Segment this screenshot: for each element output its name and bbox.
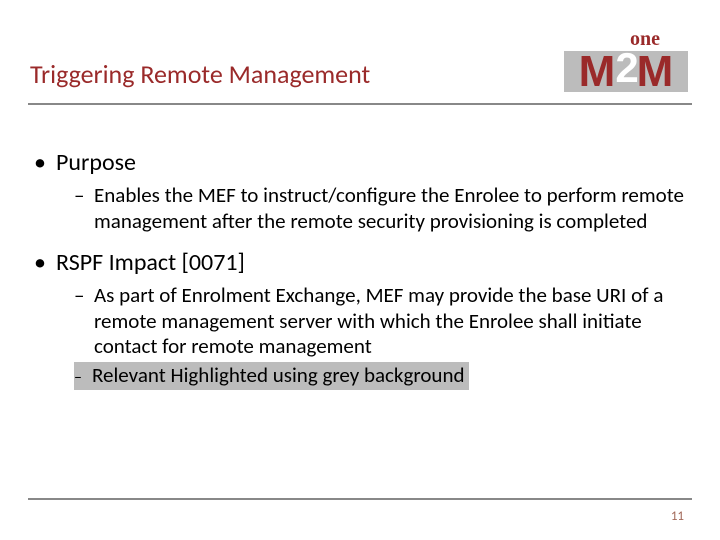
page-number: 11 <box>671 509 684 524</box>
bullet-purpose: Purpose <box>34 148 686 177</box>
slide: one M2M Triggering Remote Management Pur… <box>0 0 720 540</box>
bullet-rspf-sub2-text: Relevant Highlighted using grey backgrou… <box>92 362 465 388</box>
onem2m-logo: one M2M <box>564 26 688 92</box>
bullet-purpose-sub1: Enables the MEF to instruct/configure th… <box>34 183 686 234</box>
slide-body: Purpose Enables the MEF to instruct/conf… <box>34 148 686 404</box>
bullet-rspf-sub1: As part of Enrolment Exchange, MEF may p… <box>34 283 686 360</box>
header-rule <box>28 103 692 105</box>
slide-title: Triggering Remote Management <box>30 58 370 90</box>
footer-rule <box>28 498 692 500</box>
logo-text-m2m: M2M <box>564 48 688 92</box>
logo-m2: M <box>637 50 674 94</box>
logo-m1: M <box>579 50 616 94</box>
logo-2: 2 <box>615 47 636 89</box>
bullet-rspf-sub2-highlight: –Relevant Highlighted using grey backgro… <box>74 362 469 390</box>
bullet-rspf-impact: RSPF Impact [0071] <box>34 248 686 277</box>
